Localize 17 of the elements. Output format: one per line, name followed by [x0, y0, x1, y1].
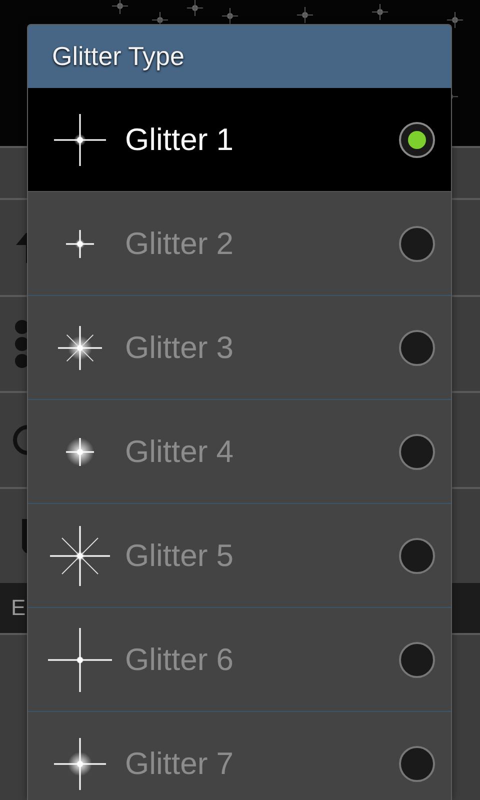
dialog-title: Glitter Type: [52, 41, 184, 72]
glitter-option[interactable]: Glitter 7: [28, 712, 451, 800]
glitter-option[interactable]: Glitter 6: [28, 608, 451, 712]
glitter-option[interactable]: Glitter 3: [28, 296, 451, 400]
radio-button[interactable]: [399, 226, 435, 262]
radio-button[interactable]: [399, 122, 435, 158]
glitter-option[interactable]: Glitter 4: [28, 400, 451, 504]
section-header: E: [11, 595, 26, 621]
glitter-option[interactable]: Glitter 5: [28, 504, 451, 608]
glitter-option[interactable]: Glitter 1: [28, 88, 451, 192]
radio-button[interactable]: [399, 434, 435, 470]
glitter-option[interactable]: Glitter 2: [28, 192, 451, 296]
dots-icon: [12, 319, 28, 369]
radio-button[interactable]: [399, 538, 435, 574]
radio-button[interactable]: [399, 642, 435, 678]
radio-button[interactable]: [399, 746, 435, 782]
radio-button[interactable]: [399, 330, 435, 366]
